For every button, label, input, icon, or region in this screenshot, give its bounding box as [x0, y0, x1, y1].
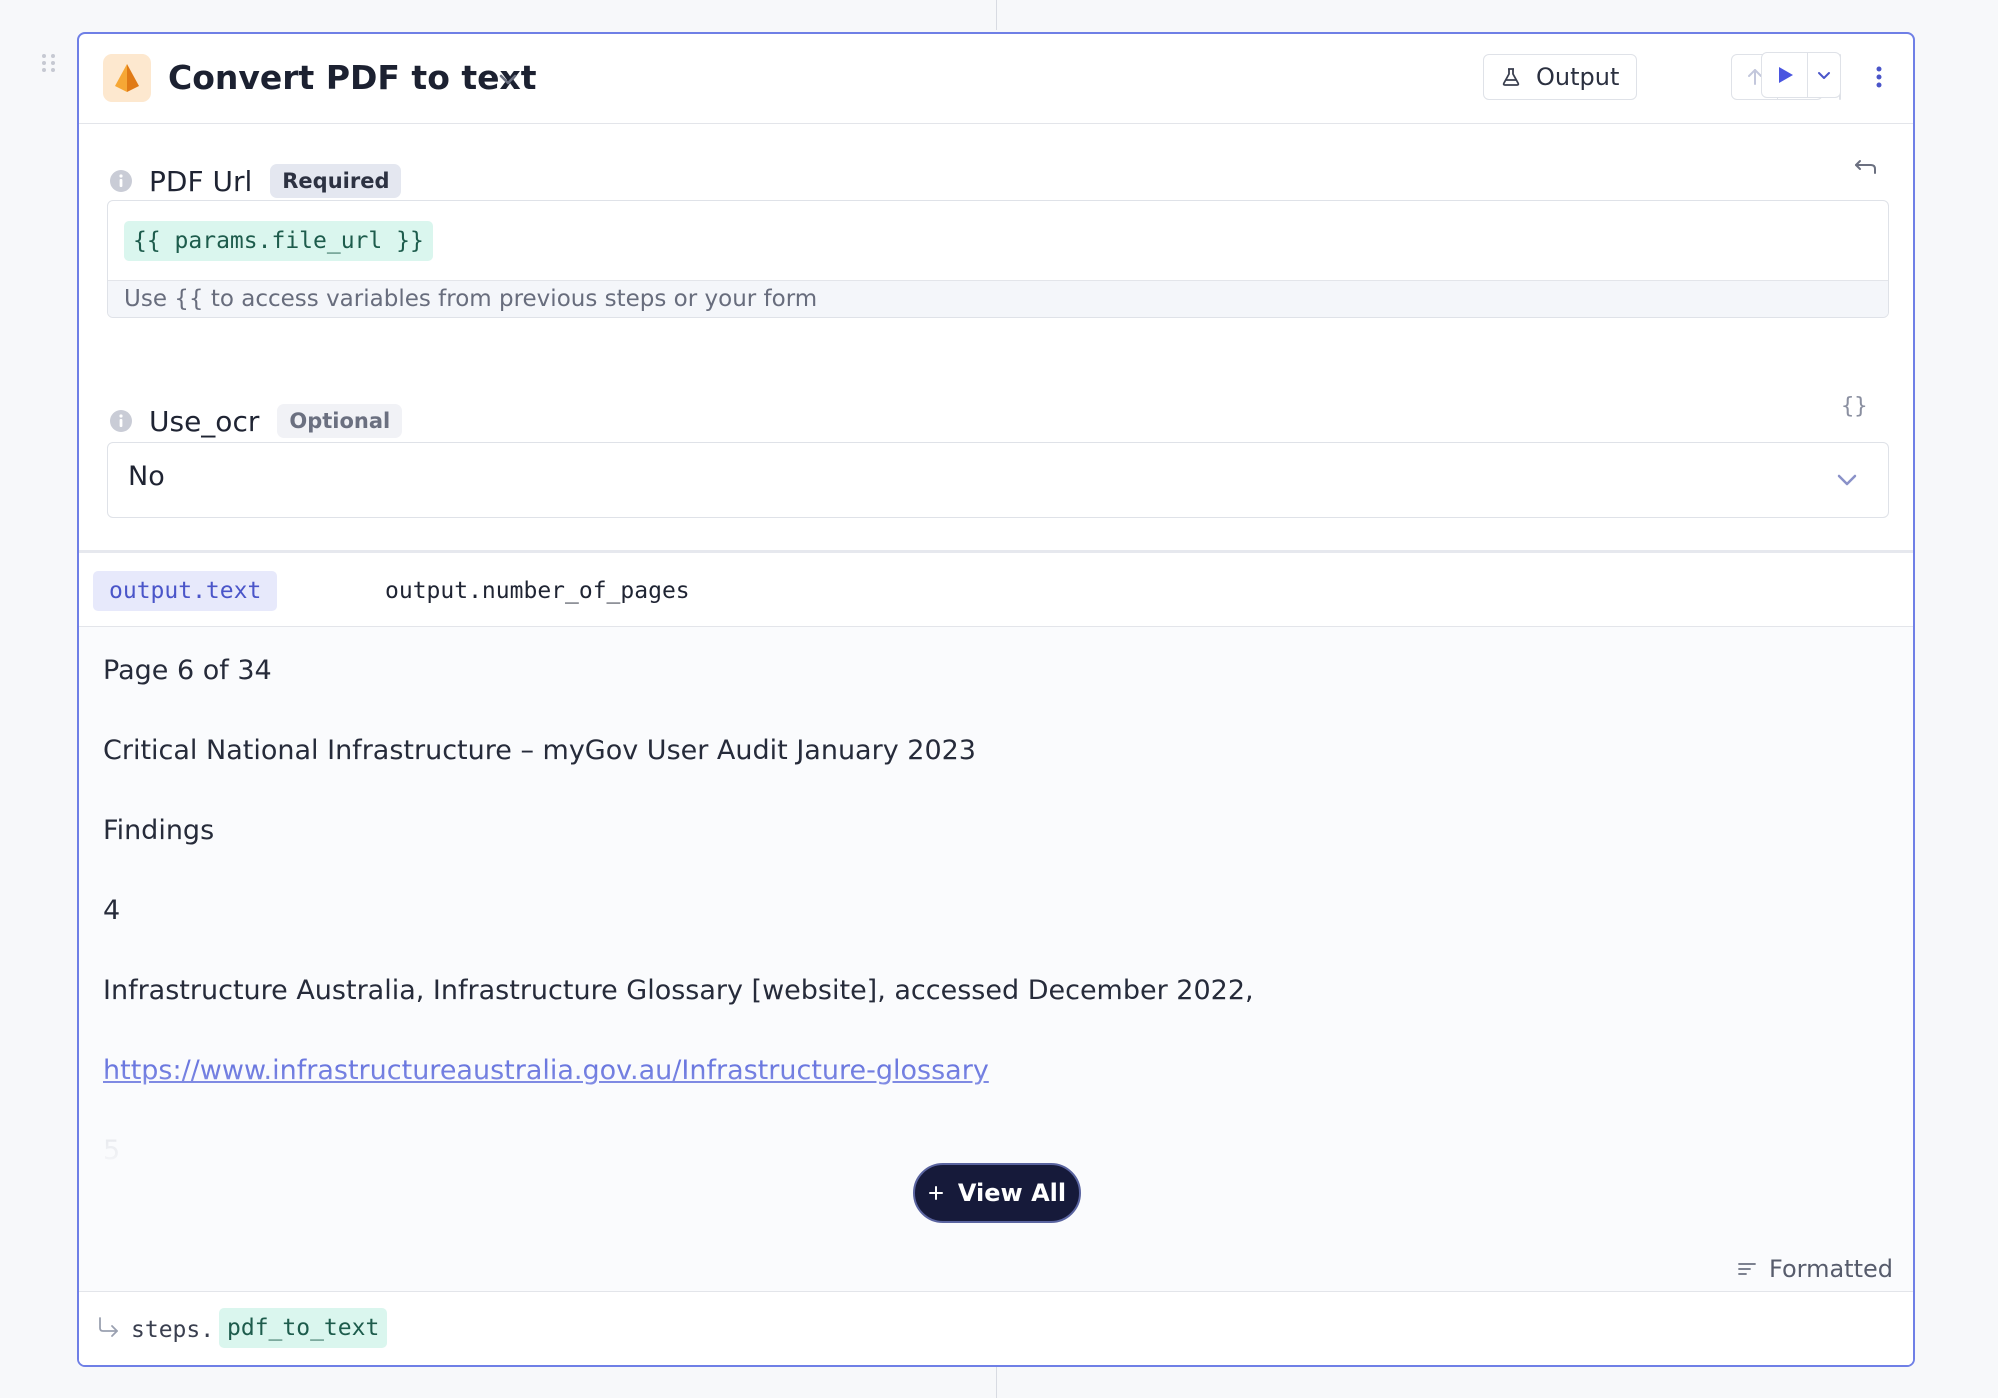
output-line: Findings: [103, 815, 215, 846]
tab-output-number-of-pages[interactable]: output.number_of_pages: [369, 571, 706, 611]
format-label: Formatted: [1769, 1255, 1893, 1283]
connector-line-top: [996, 0, 997, 30]
flask-icon: [1502, 68, 1520, 86]
pdf-url-label: PDF Url: [149, 164, 253, 198]
output-line: Critical National Infrastructure – myGov…: [103, 735, 976, 766]
format-toggle[interactable]: Formatted: [1737, 1255, 1893, 1283]
run-options-button[interactable]: [1807, 53, 1840, 97]
output-line: Page 6 of 34: [103, 655, 272, 686]
use-ocr-label: Use_ocr: [149, 404, 260, 438]
use-ocr-select[interactable]: No: [107, 442, 1889, 518]
drag-handle-icon[interactable]: [42, 54, 56, 76]
use-ocr-label-row: Use_ocr Optional: [109, 400, 403, 442]
optional-badge: Optional: [277, 404, 403, 438]
run-step-button[interactable]: [1762, 53, 1807, 97]
variable-chip[interactable]: {{ params.file_url }}: [124, 221, 433, 261]
output-tabs: output.text output.number_of_pages: [79, 553, 1913, 627]
output-button[interactable]: Output: [1483, 54, 1637, 100]
step-reference-footer: steps. pdf_to_text: [79, 1291, 1913, 1365]
pdf-url-hint: Use {{ to access variables from previous…: [108, 281, 1888, 317]
return-arrow-icon: [99, 1317, 118, 1337]
undo-icon[interactable]: [1851, 154, 1879, 182]
pdf-app-icon: [103, 54, 151, 102]
play-icon: [1778, 67, 1793, 83]
output-button-label: Output: [1536, 63, 1620, 91]
view-all-label: View All: [957, 1179, 1067, 1207]
step-reference-prefix: steps.: [131, 1317, 215, 1343]
output-line: 4: [103, 895, 121, 926]
pdf-url-label-row: PDF Url Required: [109, 160, 402, 202]
info-icon[interactable]: [109, 169, 133, 193]
pdf-url-field: {{ params.file_url }} Use {{ to access v…: [107, 200, 1889, 318]
use-ocr-value: No: [128, 461, 165, 492]
chevron-down-icon: [1837, 474, 1857, 486]
output-panel: output.text output.number_of_pages Page …: [79, 550, 1913, 1365]
step-id-chip[interactable]: pdf_to_text: [219, 1308, 388, 1348]
required-badge: Required: [270, 164, 402, 198]
step-card: Convert PDF to text Output PDF Url Requi…: [77, 32, 1915, 1367]
tab-output-text[interactable]: output.text: [93, 571, 278, 611]
more-options-button[interactable]: [1866, 62, 1892, 92]
connector-line-bottom: [996, 1366, 997, 1398]
info-icon[interactable]: [109, 409, 133, 433]
chevron-down-icon: [1818, 72, 1830, 79]
more-vertical-icon: [1876, 66, 1882, 88]
output-text-preview: Page 6 of 34 Critical National Infrastru…: [79, 627, 1913, 1237]
step-title[interactable]: Convert PDF to text: [168, 56, 537, 100]
json-toggle-icon[interactable]: {}: [1841, 394, 1868, 419]
pdf-url-input[interactable]: {{ params.file_url }}: [108, 201, 1888, 281]
output-line: Infrastructure Australia, Infrastructure…: [103, 975, 1254, 1006]
step-header: Convert PDF to text Output: [79, 34, 1913, 124]
view-all-button[interactable]: View All: [913, 1163, 1081, 1223]
run-button-group: [1761, 52, 1841, 98]
text-align-icon: [1738, 1263, 1756, 1275]
plus-icon: [928, 1186, 943, 1200]
chevron-down-icon[interactable]: [494, 65, 522, 93]
